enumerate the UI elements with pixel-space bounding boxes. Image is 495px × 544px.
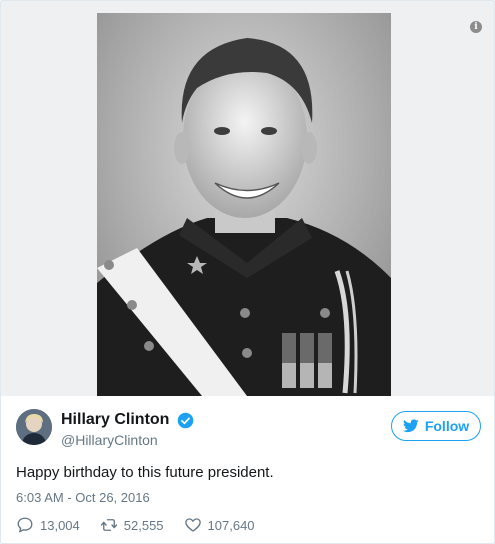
avatar[interactable] [16,409,52,445]
display-name[interactable]: Hillary Clinton [61,410,169,430]
twitter-bird-icon [402,419,419,433]
tweet-media[interactable]: i [1,1,494,396]
retweet-icon [100,519,117,531]
user-handle[interactable]: @HillaryClinton [61,431,194,449]
tweet-photo[interactable] [97,13,391,396]
reply-count: 13,004 [40,517,80,533]
retweet-count: 52,555 [123,517,164,533]
tweet-text: Happy birthday to this future president. [16,464,274,481]
reply-icon [17,517,33,533]
info-icon[interactable]: i [470,21,482,33]
retweet-action[interactable]: 52,555 [100,516,164,534]
avatar-photo-icon [16,409,52,445]
verified-badge-icon [177,412,194,428]
tweet-author: Hillary Clinton @HillaryClinton Follow [16,409,481,453]
follow-label: Follow [424,418,470,434]
author-names: Hillary Clinton @HillaryClinton [61,410,194,449]
like-count: 107,640 [207,517,255,533]
reply-action[interactable]: 13,004 [16,516,80,534]
tweet-actions: 13,004 52,555 107,640 [16,516,275,534]
embedded-tweet-card: i Hillary Clinton @HillaryClinton Follow… [0,0,495,544]
follow-button[interactable]: Follow [391,411,481,441]
heart-icon [184,518,201,532]
tweet-timestamp[interactable]: 6:03 AM - Oct 26, 2016 [16,490,150,505]
like-action[interactable]: 107,640 [184,516,255,534]
